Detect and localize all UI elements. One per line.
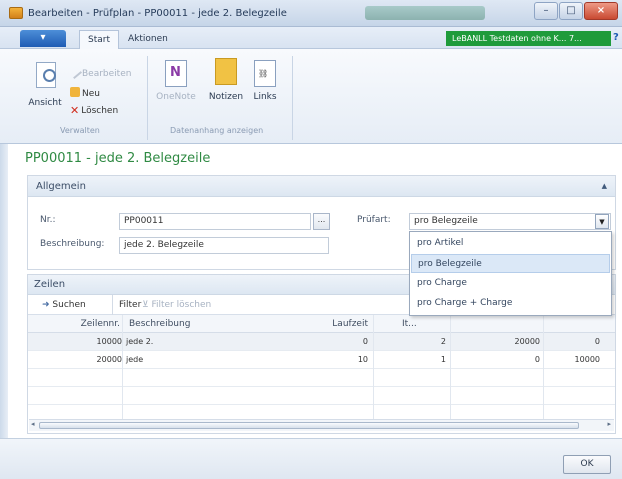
cell-zeilennr: 10000 (96, 337, 122, 346)
pruefart-select[interactable]: pro Belegzeile (409, 213, 611, 230)
ribbon-separator-2 (292, 56, 293, 140)
dropdown-option-pro-artikel[interactable]: pro Artikel (411, 234, 610, 253)
minimize-button[interactable]: – (534, 2, 558, 20)
links-button[interactable]: Links (251, 92, 279, 102)
pruefart-label: Prüfart: (357, 215, 391, 225)
close-button[interactable]: × (584, 2, 618, 20)
scroll-left-icon[interactable]: ◂ (31, 420, 35, 428)
dropdown-option-pro-belegzeile[interactable]: pro Belegzeile (411, 254, 610, 273)
title-bar: Bearbeiten - Prüfplan - PP00011 - jede 2… (0, 0, 622, 27)
delete-icon: ✕ (70, 104, 80, 117)
links-icon: ⛓ (254, 60, 276, 87)
col-divider (543, 315, 544, 427)
group-datenanhang-label: Datenanhang anzeigen (170, 126, 264, 135)
neu-label: Neu (82, 89, 100, 99)
tab-start[interactable]: Start (79, 30, 119, 49)
view-icon (36, 62, 56, 88)
table-row[interactable]: 10000 jede 2. 0 2 20000 0 (28, 333, 615, 351)
cell-laufzeit: 10 (357, 355, 368, 364)
search-icon: ➜ (42, 300, 50, 310)
cell-laufzeit: 0 (362, 337, 368, 346)
cell-col4: 1 (440, 355, 446, 364)
cell-col6: 0 (594, 337, 600, 346)
table-row[interactable]: 20000 jede 10 1 0 10000 (28, 351, 615, 369)
filter-loeschen-button[interactable]: ⊻ Filter löschen (142, 295, 211, 315)
window: Bearbeiten - Prüfplan - PP00011 - jede 2… (0, 0, 622, 479)
app-icon (9, 7, 23, 19)
pencil-icon (67, 64, 83, 80)
onenote-icon: N (165, 60, 187, 87)
filter-loeschen-label: Filter löschen (151, 300, 212, 310)
beschreibung-field[interactable]: jede 2. Belegzeile (119, 237, 329, 254)
general-header-label: Allgemein (36, 181, 86, 192)
loeschen-label: Löschen (81, 106, 119, 116)
table-row-empty[interactable] (28, 387, 615, 405)
dropdown-option-pro-charge-charge[interactable]: pro Charge + Charge (411, 294, 610, 313)
dropdown-arrow-icon[interactable]: ▼ (595, 214, 609, 229)
cell-col6: 10000 (574, 355, 600, 364)
ansicht-button[interactable]: Ansicht (24, 60, 66, 118)
ribbon-separator (147, 56, 148, 140)
scroll-right-icon[interactable]: ▸ (607, 420, 611, 428)
nr-label: Nr.: (40, 215, 56, 225)
suchen-label: Suchen (52, 300, 86, 310)
cell-col5: 20000 (514, 337, 540, 346)
cell-col5: 0 (534, 355, 540, 364)
new-icon (70, 87, 80, 97)
cell-col4: 2 (440, 337, 446, 346)
collapse-chevron-icon[interactable]: ▲ (602, 176, 607, 197)
ok-button[interactable]: OK (563, 455, 611, 474)
cell-beschreibung: jede 2. (126, 337, 154, 346)
company-badge: LeBANLL Testdaten ohne K... 7... (446, 31, 611, 46)
general-header[interactable]: Allgemein ▲ (28, 176, 615, 197)
app-menu-button[interactable]: ▾ (20, 30, 66, 47)
title-bar-highlight (365, 6, 485, 20)
help-icon[interactable]: ? (613, 32, 622, 43)
tab-aktionen[interactable]: Aktionen (120, 30, 176, 49)
notizen-button[interactable]: Notizen (206, 92, 246, 102)
maximize-button[interactable]: □ (559, 2, 583, 20)
nr-field[interactable]: PP00011 (119, 213, 311, 230)
col-partial[interactable]: It... (402, 315, 417, 333)
ansicht-label: Ansicht (28, 98, 62, 108)
col-zeilennr[interactable]: Zeilennr. (68, 315, 120, 333)
dropdown-option-pro-charge[interactable]: pro Charge (411, 274, 610, 293)
col-divider (373, 315, 374, 427)
cell-zeilennr: 20000 (96, 355, 122, 364)
suchen-button[interactable]: ➜ Suchen (42, 295, 86, 315)
page-title: PP00011 - jede 2. Belegzeile (25, 151, 211, 166)
footer-bar (0, 438, 622, 479)
nr-lookup-button[interactable]: ... (313, 213, 330, 230)
group-verwalten-label: Verwalten (60, 126, 100, 135)
horizontal-scrollbar[interactable]: ◂ ▸ (29, 419, 614, 431)
col-divider (122, 315, 123, 427)
scroll-thumb[interactable] (39, 422, 579, 429)
cell-beschreibung: jede (126, 355, 144, 364)
pruefart-dropdown-list: pro Artikel pro Belegzeile pro Charge pr… (409, 231, 612, 316)
table-row-empty[interactable] (28, 369, 615, 387)
beschreibung-label: Beschreibung: (40, 239, 105, 249)
filter-button[interactable]: Filter (112, 295, 141, 315)
window-title: Bearbeiten - Prüfplan - PP00011 - jede 2… (28, 8, 287, 19)
col-beschreibung[interactable]: Beschreibung (129, 315, 190, 333)
clear-filter-icon: ⊻ (142, 300, 149, 310)
bearbeiten-label: Bearbeiten (82, 69, 132, 79)
notes-icon (215, 58, 237, 85)
neu-button[interactable]: Neu (70, 87, 100, 99)
onenote-button[interactable]: OneNote (155, 92, 197, 102)
col-laufzeit[interactable]: Laufzeit (328, 315, 368, 333)
col-divider (450, 315, 451, 427)
loeschen-button[interactable]: ✕ Löschen (70, 104, 119, 117)
bearbeiten-button[interactable]: Bearbeiten (67, 64, 132, 80)
